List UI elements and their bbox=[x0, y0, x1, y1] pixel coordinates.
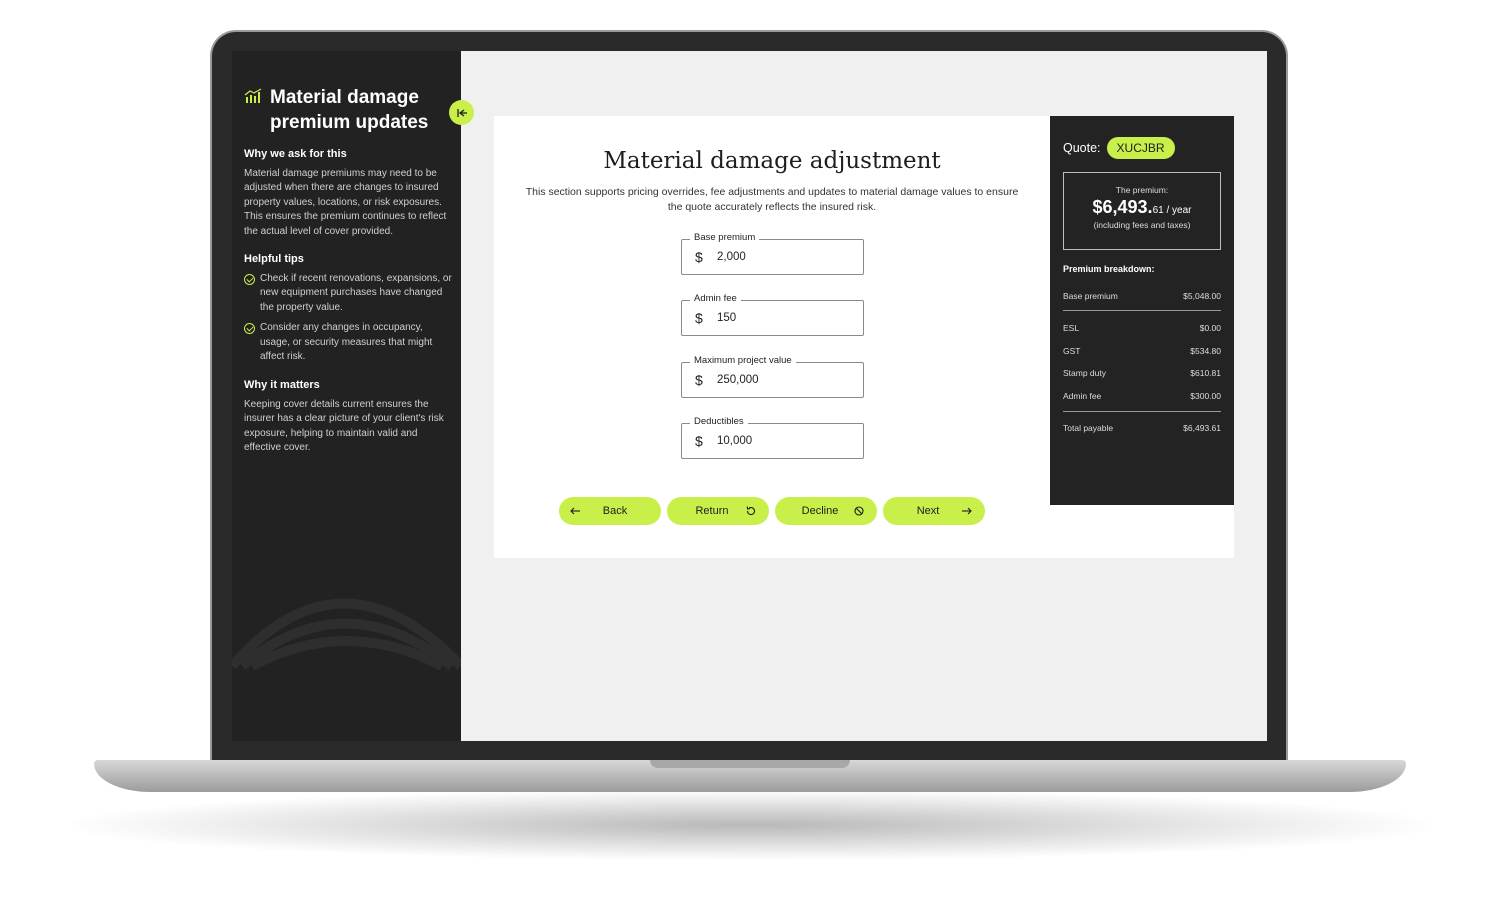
breakdown-label: Admin fee bbox=[1063, 391, 1102, 401]
quote-panel: Quote: XUCJBR The premium: $6,493.61 / y… bbox=[1050, 116, 1234, 505]
breakdown-value: $5,048.00 bbox=[1183, 291, 1221, 301]
breakdown-label: Stamp duty bbox=[1063, 368, 1106, 378]
decline-button-label: Decline bbox=[801, 505, 839, 517]
why-section: Why we ask for this Material damage prem… bbox=[244, 148, 454, 239]
maximum-project-value-field: Maximum project value $ bbox=[681, 355, 864, 398]
why-text: Material damage premiums may need to be … bbox=[244, 168, 447, 237]
currency-symbol: $ bbox=[695, 249, 703, 265]
breakdown-row: GST $534.80 bbox=[1063, 346, 1221, 356]
currency-symbol: $ bbox=[695, 372, 703, 388]
sidebar-title-row: Material damage premium updates bbox=[244, 85, 454, 135]
premium-note: (including fees and taxes) bbox=[1093, 220, 1191, 230]
breakdown-value: $534.80 bbox=[1190, 346, 1221, 356]
tip-text: Consider any changes in occupancy, usage… bbox=[260, 322, 433, 363]
matters-heading: Why it matters bbox=[244, 379, 320, 391]
tip-item: Consider any changes in occupancy, usage… bbox=[244, 321, 454, 364]
collapse-arrow-icon bbox=[456, 108, 467, 117]
check-circle-icon bbox=[244, 274, 255, 285]
return-button-label: Return bbox=[695, 505, 729, 517]
quote-code-badge: XUCJBR bbox=[1106, 137, 1175, 159]
breakdown-value: $6,493.61 bbox=[1183, 423, 1221, 433]
screen: Material damage premium updates Why we a… bbox=[232, 51, 1267, 741]
currency-symbol: $ bbox=[695, 433, 703, 449]
premium-period: / year bbox=[1163, 205, 1192, 216]
breakdown-divider bbox=[1063, 411, 1221, 412]
breakdown-label: Total payable bbox=[1063, 423, 1114, 433]
breakdown-row: ESL $0.00 bbox=[1063, 323, 1221, 333]
deductibles-input[interactable] bbox=[717, 432, 847, 450]
quote-header: Quote: XUCJBR bbox=[1063, 137, 1175, 159]
breakdown-label: GST bbox=[1063, 346, 1081, 356]
arrow-right-icon bbox=[962, 507, 972, 515]
refresh-icon bbox=[746, 506, 756, 516]
laptop-notch bbox=[650, 760, 850, 768]
tip-text: Check if recent renovations, expansions,… bbox=[260, 273, 452, 313]
premium-label: The premium: bbox=[1115, 185, 1169, 195]
field-label: Admin fee bbox=[690, 293, 741, 304]
breakdown-row: Admin fee $300.00 bbox=[1063, 391, 1221, 401]
sidebar-title: Material damage premium updates bbox=[270, 85, 428, 135]
premium-summary: The premium: $6,493.61 / year (including… bbox=[1063, 172, 1221, 250]
breakdown-total-row: Total payable $6,493.61 bbox=[1063, 423, 1221, 433]
sidebar-title-line2: premium updates bbox=[270, 112, 429, 133]
page-description: This section supports pricing overrides,… bbox=[525, 186, 1019, 213]
next-button-label: Next bbox=[916, 505, 940, 517]
arrow-left-icon bbox=[570, 507, 580, 515]
premium-dollars: $6,493. bbox=[1092, 197, 1153, 217]
admin-fee-input[interactable] bbox=[717, 309, 847, 327]
tips-heading: Helpful tips bbox=[244, 253, 304, 265]
matters-text: Keeping cover details current ensures th… bbox=[244, 399, 444, 454]
breakdown-value: $0.00 bbox=[1199, 323, 1221, 333]
premium-cents: 61 bbox=[1152, 205, 1164, 216]
sidebar-title-line1: Material damage bbox=[270, 87, 419, 108]
currency-symbol: $ bbox=[695, 310, 703, 326]
tips-section: Helpful tips Check if recent renovations… bbox=[244, 253, 454, 370]
deductibles-field: Deductibles $ bbox=[681, 416, 864, 459]
return-button[interactable]: Return bbox=[667, 497, 769, 525]
base-premium-field: Base premium $ bbox=[681, 232, 864, 275]
maximum-project-value-input[interactable] bbox=[717, 371, 847, 389]
page-title: Material damage adjustment bbox=[603, 148, 941, 174]
field-label: Deductibles bbox=[690, 416, 748, 427]
decline-button[interactable]: Decline bbox=[775, 497, 877, 525]
chart-icon bbox=[244, 88, 262, 103]
breakdown-row: Base premium $5,048.00 bbox=[1063, 291, 1221, 301]
breakdown-row: Stamp duty $610.81 bbox=[1063, 368, 1221, 378]
base-premium-input[interactable] bbox=[717, 248, 847, 266]
decorative-arches bbox=[232, 598, 461, 671]
sidebar-collapse-button[interactable] bbox=[449, 100, 474, 125]
why-heading: Why we ask for this bbox=[244, 148, 347, 160]
next-button[interactable]: Next bbox=[883, 497, 985, 525]
tip-item: Check if recent renovations, expansions,… bbox=[244, 272, 454, 315]
laptop-shadow bbox=[70, 790, 1430, 860]
sidebar: Material damage premium updates Why we a… bbox=[232, 51, 461, 741]
field-label: Maximum project value bbox=[690, 355, 796, 366]
premium-value: $6,493.61 / year bbox=[1064, 197, 1220, 218]
breakdown-value: $610.81 bbox=[1190, 368, 1221, 378]
back-button-label: Back bbox=[602, 505, 628, 517]
check-circle-icon bbox=[244, 323, 255, 335]
field-label: Base premium bbox=[690, 232, 760, 243]
prohibited-icon bbox=[854, 506, 864, 516]
admin-fee-field: Admin fee $ bbox=[681, 293, 864, 336]
back-button[interactable]: Back bbox=[559, 497, 661, 525]
quote-label: Quote: bbox=[1063, 141, 1101, 155]
breakdown-divider bbox=[1063, 310, 1221, 311]
matters-section: Why it matters Keeping cover details cur… bbox=[244, 379, 454, 456]
breakdown-label: Base premium bbox=[1063, 291, 1118, 301]
breakdown-value: $300.00 bbox=[1190, 391, 1221, 401]
breakdown-title: Premium breakdown: bbox=[1063, 264, 1155, 274]
breakdown-label: ESL bbox=[1063, 323, 1080, 333]
